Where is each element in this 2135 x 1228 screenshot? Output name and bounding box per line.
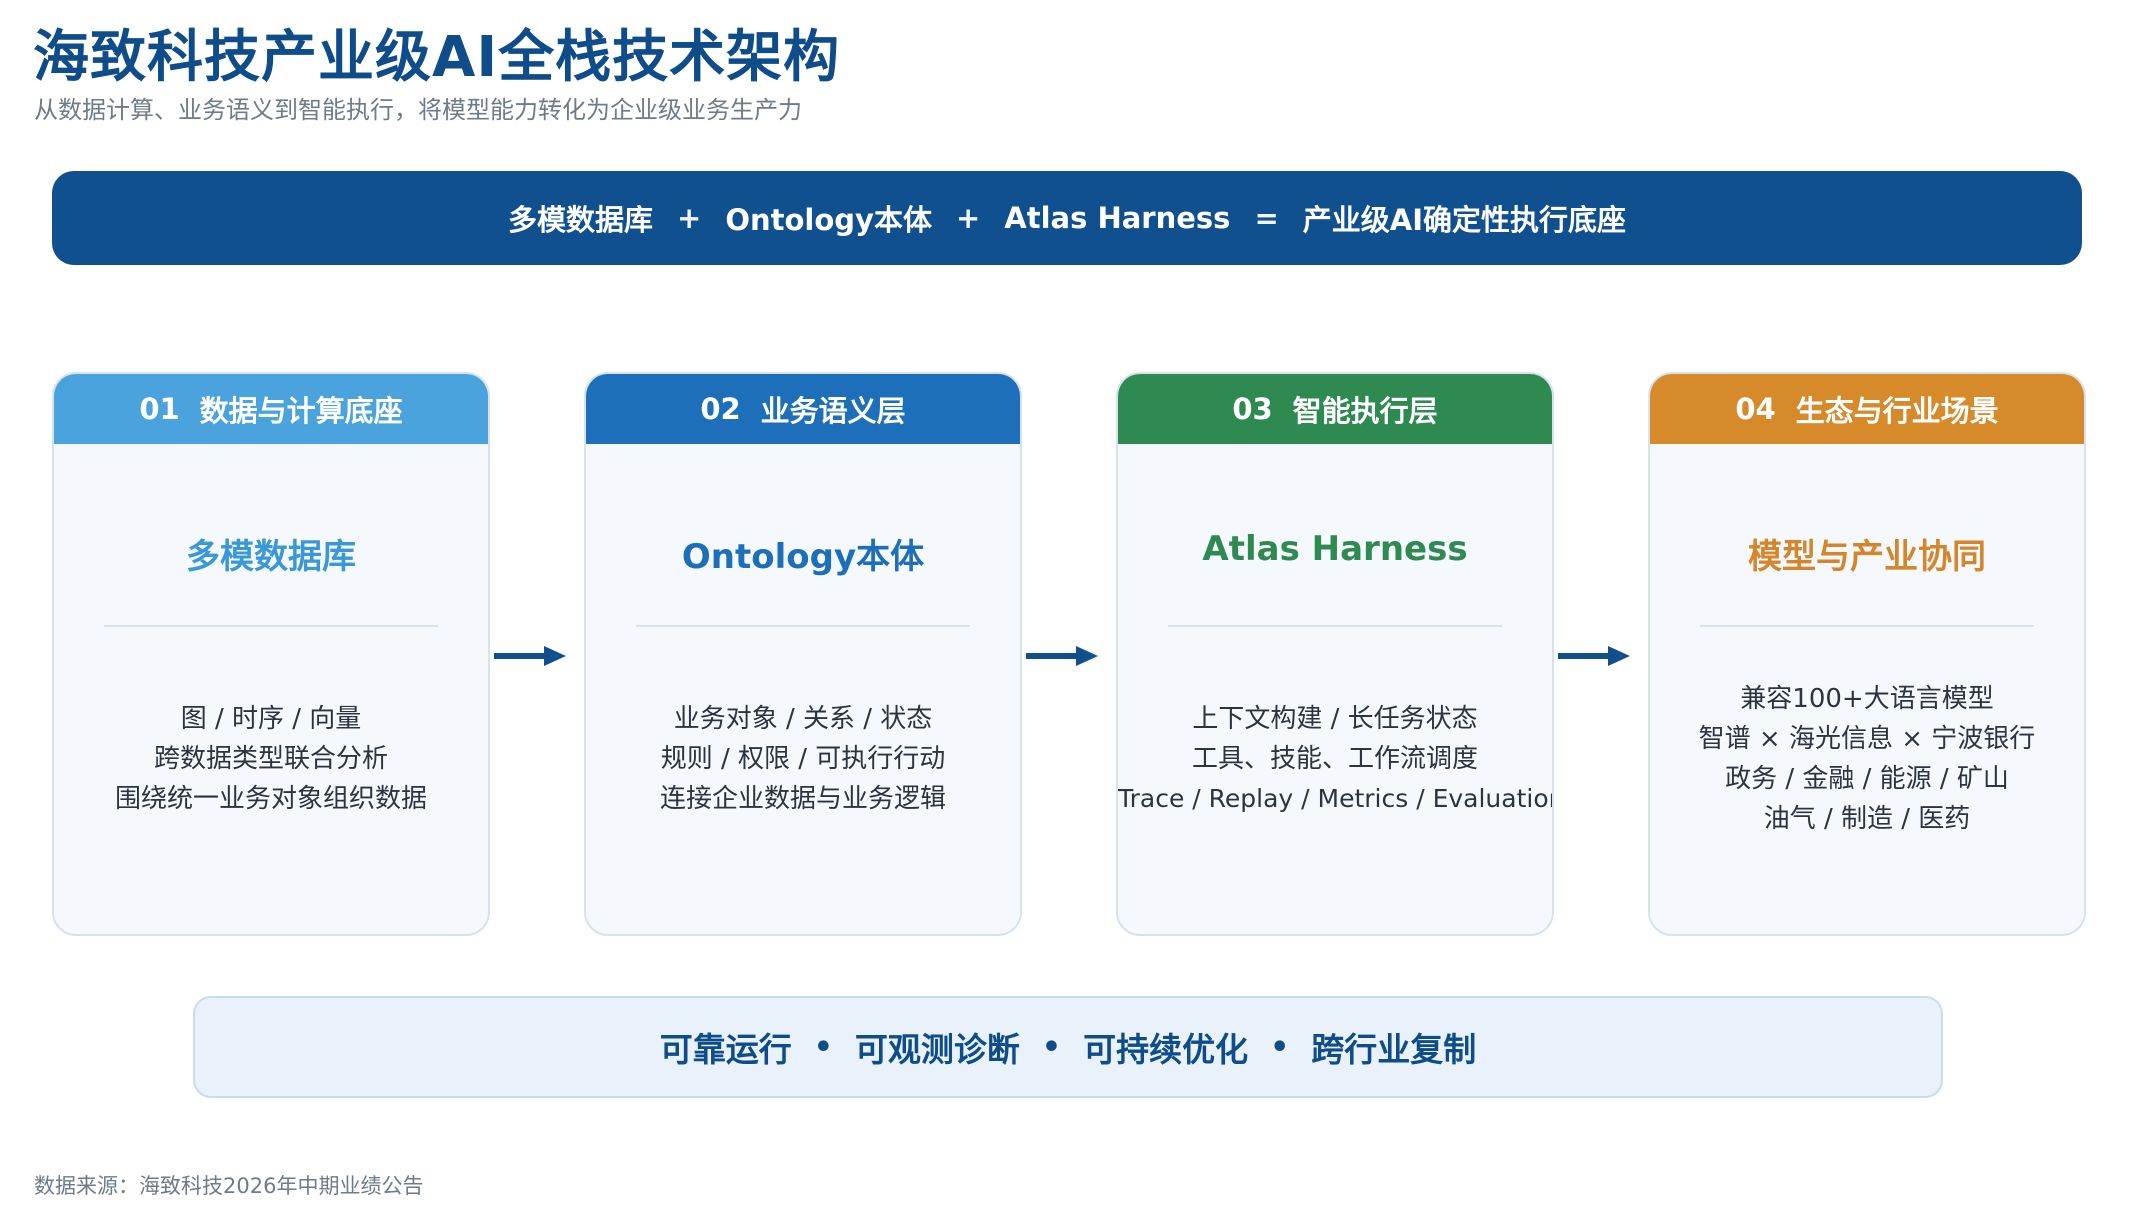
formula-plus-sign: + <box>677 201 702 235</box>
card-line: 围绕统一业务对象组织数据 <box>114 784 427 814</box>
formula-banner: 多模数据库 + Ontology本体 + Atlas Harness = 产业级… <box>52 171 2082 265</box>
capability-item: 可靠运行 <box>659 1030 792 1069</box>
capability-item: 可持续优化 <box>1083 1030 1249 1069</box>
card-line: 图 / 时序 / 向量 <box>180 704 362 734</box>
formula-result: 产业级AI确定性执行底座 <box>1302 203 1626 237</box>
card-line: Trace / Replay / Metrics / Evaluation <box>1118 784 1554 813</box>
layer-card-semantic: 02 业务语义层 Ontology本体 业务对象 / 关系 / 状态 规则 / … <box>584 372 1022 936</box>
card-number: 01 <box>139 392 180 426</box>
card-line: 规则 / 权限 / 可执行行动 <box>660 744 946 774</box>
card-line: 油气 / 制造 / 医药 <box>1763 804 1971 834</box>
source-note: 数据来源：海致科技2026年中期业绩公告 <box>34 1174 424 1198</box>
card-header: 04 生态与行业场景 <box>1650 374 2084 444</box>
card-title: Ontology本体 <box>681 537 925 577</box>
formula-plus-sign: + <box>955 201 981 235</box>
card-line: 连接企业数据与业务逻辑 <box>659 784 946 814</box>
card-number: 03 <box>1232 392 1273 426</box>
card-line: 兼容100+大语言模型 <box>1740 684 1994 714</box>
card-line: 业务对象 / 关系 / 状态 <box>673 704 933 734</box>
layer-card-ecosystem: 04 生态与行业场景 模型与产业协同 兼容100+大语言模型 智谱 × 海光信息… <box>1648 372 2086 936</box>
arrow-right-icon <box>494 646 566 666</box>
card-line: 政务 / 金融 / 能源 / 矿山 <box>1725 764 2009 794</box>
formula-term-harness: Atlas Harness <box>1004 201 1231 235</box>
card-header: 02 业务语义层 <box>586 374 1020 444</box>
card-line: 智谱 × 海光信息 × 宁波银行 <box>1698 724 2036 754</box>
card-line: 上下文构建 / 长任务状态 <box>1192 704 1478 734</box>
card-divider <box>1700 625 2034 627</box>
card-description: 图 / 时序 / 向量 跨数据类型联合分析 围绕统一业务对象组织数据 <box>54 699 488 819</box>
arrow-right-icon <box>1558 646 1630 666</box>
capability-item: 可观测诊断 <box>854 1030 1020 1069</box>
bullet-separator: • <box>813 1029 833 1065</box>
card-title: 模型与产业协同 <box>1748 537 1986 577</box>
card-description: 上下文构建 / 长任务状态 工具、技能、工作流调度 Trace / Replay… <box>1118 699 1552 819</box>
layer-card-data: 01 数据与计算底座 多模数据库 图 / 时序 / 向量 跨数据类型联合分析 围… <box>52 372 490 936</box>
card-title: 多模数据库 <box>186 537 356 577</box>
arrow-right-icon <box>1026 646 1098 666</box>
formula-term-ontology: Ontology本体 <box>725 203 932 237</box>
bullet-separator: • <box>1270 1029 1290 1065</box>
card-number: 02 <box>700 392 741 426</box>
capability-banner: 可靠运行 • 可观测诊断 • 可持续优化 • 跨行业复制 <box>193 996 1943 1098</box>
card-description: 兼容100+大语言模型 智谱 × 海光信息 × 宁波银行 政务 / 金融 / 能… <box>1650 679 2084 839</box>
card-divider <box>636 625 970 627</box>
card-header: 01 数据与计算底座 <box>54 374 488 444</box>
page-subtitle: 从数据计算、业务语义到智能执行，将模型能力转化为企业级业务生产力 <box>34 96 802 124</box>
capability-item: 跨行业复制 <box>1311 1030 1477 1069</box>
card-line: 跨数据类型联合分析 <box>153 744 388 774</box>
card-header-label: 数据与计算底座 <box>199 394 403 428</box>
formula-term-database: 多模数据库 <box>508 203 654 237</box>
card-header: 03 智能执行层 <box>1118 374 1552 444</box>
bullet-separator: • <box>1041 1029 1062 1065</box>
page-title: 海致科技产业级AI全栈技术架构 <box>33 25 841 90</box>
card-header-label: 业务语义层 <box>760 394 906 428</box>
card-number: 04 <box>1735 392 1776 426</box>
card-header-label: 生态与行业场景 <box>1795 394 1999 428</box>
formula-equals-sign: = <box>1254 201 1279 235</box>
card-divider <box>104 625 438 627</box>
card-header-label: 智能执行层 <box>1292 394 1438 428</box>
card-divider <box>1168 625 1502 627</box>
card-title: Atlas Harness <box>1202 529 1468 569</box>
card-description: 业务对象 / 关系 / 状态 规则 / 权限 / 可执行行动 连接企业数据与业务… <box>586 699 1020 819</box>
layer-card-execution: 03 智能执行层 Atlas Harness 上下文构建 / 长任务状态 工具、… <box>1116 372 1554 936</box>
card-line: 工具、技能、工作流调度 <box>1191 744 1478 774</box>
